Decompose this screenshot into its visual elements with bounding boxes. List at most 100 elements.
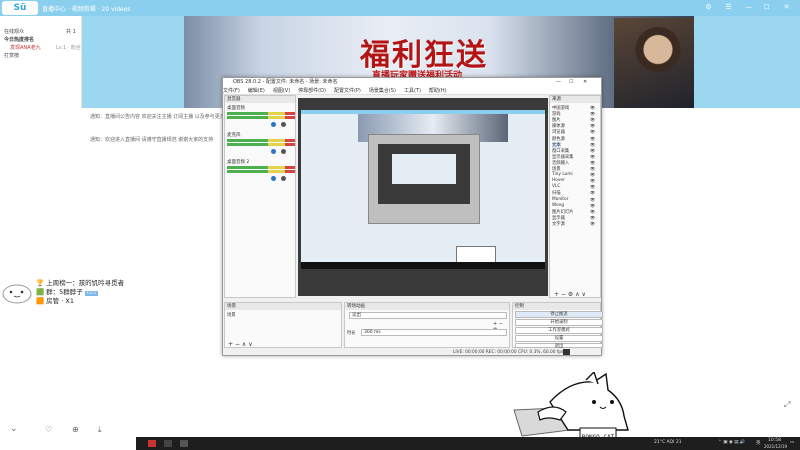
download-icon[interactable]: ⤓ xyxy=(98,425,102,435)
system-tray-icons[interactable]: ⌃ ▣ ◉ ▤ 🔊 xyxy=(718,440,746,445)
menu-scene-collection[interactable]: 场景集合(S) xyxy=(369,88,396,94)
start-recording-button[interactable]: 开始录制 xyxy=(515,319,603,326)
source-item[interactable]: 窗口采集 xyxy=(552,148,569,154)
source-item[interactable]: Monitor xyxy=(552,197,568,202)
visibility-eye-icon[interactable]: 👁 xyxy=(590,117,595,122)
exit-button[interactable]: 退出 xyxy=(515,343,603,349)
visibility-eye-icon[interactable]: 👁 xyxy=(590,215,595,220)
transition-select[interactable]: 淡出 xyxy=(349,312,507,319)
remove-source-icon[interactable]: − xyxy=(561,291,566,298)
visibility-eye-icon[interactable]: 👁 xyxy=(590,105,595,110)
source-item[interactable]: 显示器 xyxy=(552,215,565,221)
gear-icon[interactable] xyxy=(281,176,286,181)
menu-docks[interactable]: 停靠部件(D) xyxy=(298,88,326,94)
source-item[interactable]: Tiny Lumi xyxy=(552,172,573,177)
menu-icon[interactable]: ☰ xyxy=(724,3,733,12)
add-scene-icon[interactable]: + xyxy=(228,341,233,348)
menu-tools[interactable]: 工具(T) xyxy=(404,88,421,94)
menu-edit[interactable]: 编辑(E) xyxy=(248,88,265,94)
volume-icon[interactable] xyxy=(271,176,276,181)
menu-profile[interactable]: 配置文件(P) xyxy=(334,88,361,94)
visibility-eye-icon[interactable]: 👁 xyxy=(590,111,595,116)
visibility-eye-icon[interactable]: 👁 xyxy=(590,209,595,214)
visibility-eye-icon[interactable]: 👁 xyxy=(590,190,595,195)
source-item[interactable]: 音频输入 xyxy=(552,160,569,166)
notification-icon[interactable]: ▭ xyxy=(790,440,794,445)
remove-scene-icon[interactable]: − xyxy=(235,341,240,348)
visibility-eye-icon[interactable]: 👁 xyxy=(590,221,595,226)
settings-icon[interactable]: ⚙ xyxy=(704,3,713,12)
visibility-eye-icon[interactable]: 👁 xyxy=(590,172,595,177)
menu-help[interactable]: 帮助(H) xyxy=(429,88,447,94)
gear-icon[interactable] xyxy=(281,149,286,154)
like-icon[interactable]: ♡ xyxy=(45,425,52,434)
move-down-icon[interactable]: ∨ xyxy=(248,341,252,348)
move-up-icon[interactable]: ∧ xyxy=(575,291,579,298)
source-item[interactable]: 图片 xyxy=(552,117,561,123)
menu-view[interactable]: 视图(V) xyxy=(273,88,290,94)
source-item[interactable]: 颜色源 xyxy=(552,136,565,142)
gear-icon[interactable] xyxy=(281,122,286,127)
taskbar-app-icon[interactable] xyxy=(180,440,188,447)
source-item[interactable]: Wong xyxy=(552,203,564,208)
top-bar: Sü 直播中心 · 视频剪辑 · 20 videos ⚙ ☰ — ☐ ✕ xyxy=(0,0,800,16)
source-item[interactable]: Hover xyxy=(552,178,565,183)
taskbar-app-icon[interactable] xyxy=(148,440,156,447)
chevron-down-icon[interactable]: ⌄ xyxy=(10,424,18,434)
gift-ranking-tab[interactable]: 打赏榜 xyxy=(4,52,19,59)
minimize-icon[interactable]: — xyxy=(556,79,561,85)
volume-icon[interactable] xyxy=(271,149,276,154)
scene-item[interactable]: 场景 xyxy=(227,312,236,318)
controls-header: 控制 xyxy=(513,303,600,310)
maximize-button[interactable]: ☐ xyxy=(762,3,771,12)
source-item[interactable]: 中国游戏 xyxy=(552,105,569,111)
volume-icon[interactable] xyxy=(271,122,276,127)
obs-preview-canvas[interactable] xyxy=(298,98,548,296)
source-item[interactable]: 图片幻灯片 xyxy=(552,209,573,215)
move-up-icon[interactable]: ∧ xyxy=(242,341,246,348)
duration-input[interactable]: 300 ms xyxy=(361,329,507,336)
expand-icon[interactable]: ⤢ xyxy=(784,400,790,410)
close-button[interactable]: ✕ xyxy=(782,3,791,12)
source-item[interactable]: 浏览器 xyxy=(552,129,565,135)
stop-streaming-button[interactable]: 停止推流 xyxy=(515,311,603,318)
visibility-eye-icon[interactable]: 👁 xyxy=(590,123,595,128)
minimize-button[interactable]: — xyxy=(744,3,753,12)
visibility-eye-icon[interactable]: 👁 xyxy=(590,178,595,183)
maximize-icon[interactable]: ☐ xyxy=(569,79,573,85)
visibility-eye-icon[interactable]: 👁 xyxy=(590,148,595,153)
source-item[interactable]: 显示器采集 xyxy=(552,154,573,160)
visibility-eye-icon[interactable]: 👁 xyxy=(590,166,595,171)
source-item[interactable]: 文字源 xyxy=(552,221,565,227)
source-item[interactable]: VLC xyxy=(552,184,560,189)
source-item[interactable]: 文本 xyxy=(552,141,561,148)
visibility-eye-icon[interactable]: 👁 xyxy=(590,142,595,147)
gift-icon[interactable]: ⊕ xyxy=(72,425,79,434)
visibility-eye-icon[interactable]: 👁 xyxy=(590,197,595,202)
source-item[interactable]: 媒体源 xyxy=(552,123,565,129)
remove-transition-icon[interactable]: − xyxy=(499,321,503,327)
taskbar-date[interactable]: 2021/12/19 xyxy=(764,444,787,449)
source-item[interactable]: 扫描 xyxy=(552,190,561,196)
source-properties-icon[interactable]: ⚙ xyxy=(568,291,573,298)
ime-indicator[interactable]: 英 xyxy=(756,440,761,446)
move-down-icon[interactable]: ∨ xyxy=(582,291,586,298)
visibility-eye-icon[interactable]: 👁 xyxy=(590,136,595,141)
source-item[interactable]: 游戏 xyxy=(552,111,561,117)
menu-file[interactable]: 文件(F) xyxy=(223,88,240,94)
taskbar-clock[interactable]: 10:58 xyxy=(768,438,781,443)
visibility-eye-icon[interactable]: 👁 xyxy=(590,160,595,165)
weather-widget[interactable]: 21°C AQI 21 xyxy=(654,440,682,445)
visibility-eye-icon[interactable]: 👁 xyxy=(590,129,595,134)
taskbar-app-icon[interactable] xyxy=(164,440,172,447)
visibility-eye-icon[interactable]: 👁 xyxy=(590,184,595,189)
obs-window[interactable]: OBS 28.0.2 - 配置文件: 未命名 - 场景: 未命名 ✕ ☐ — 文… xyxy=(222,77,603,356)
settings-button[interactable]: 设置 xyxy=(515,335,603,342)
studio-mode-button[interactable]: 工作室模式 xyxy=(515,327,603,334)
close-icon[interactable]: ✕ xyxy=(583,79,587,85)
ranked-user[interactable]: 发现ANA老九 xyxy=(10,44,41,51)
add-source-icon[interactable]: + xyxy=(554,291,559,298)
visibility-eye-icon[interactable]: 👁 xyxy=(590,154,595,159)
ranking-section[interactable]: 今日热度排名 xyxy=(4,36,34,43)
visibility-eye-icon[interactable]: 👁 xyxy=(590,203,595,208)
